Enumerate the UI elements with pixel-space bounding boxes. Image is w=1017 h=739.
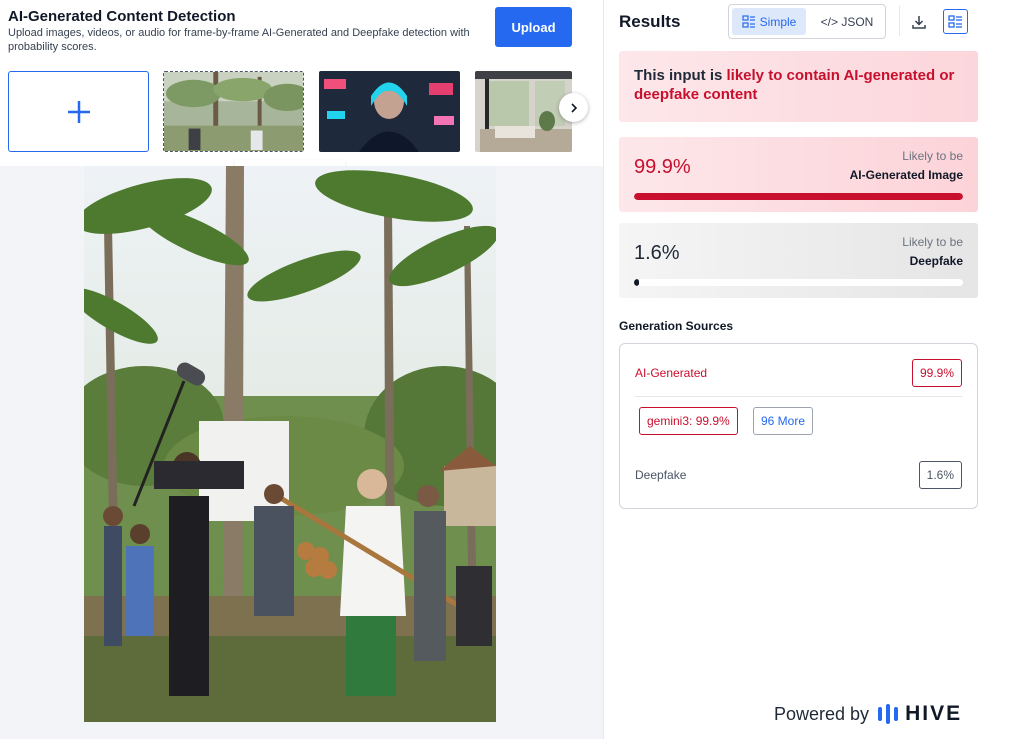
ai-score-value: 99.9% bbox=[634, 156, 691, 178]
input-pane: AI-Generated Content Detection Upload im… bbox=[0, 0, 603, 739]
view-toggle: Simple </> JSON bbox=[728, 4, 886, 39]
results-pane: Results Simple </> JSON This input is li… bbox=[603, 0, 1017, 739]
thumbnail-interior[interactable] bbox=[475, 71, 572, 152]
thumbnail-palm-grove[interactable] bbox=[163, 71, 304, 152]
analyzed-image bbox=[84, 166, 496, 722]
download-button[interactable] bbox=[908, 11, 930, 33]
results-title: Results bbox=[619, 12, 681, 31]
toolbar-divider bbox=[899, 6, 900, 36]
model-tag[interactable]: gemini3: 99.9% bbox=[639, 407, 738, 435]
source-deepfake-badge: 1.6% bbox=[918, 461, 962, 489]
source-deepfake-label: Deepfake bbox=[635, 468, 687, 482]
layout-icon bbox=[742, 15, 755, 28]
view-simple-tab[interactable]: Simple bbox=[732, 8, 806, 35]
gallery-next-button[interactable] bbox=[559, 93, 588, 122]
deepfake-score-value: 1.6% bbox=[634, 242, 680, 264]
hive-logo-icon bbox=[878, 704, 899, 724]
view-json-label: </> JSON bbox=[820, 14, 874, 29]
upload-button[interactable]: Upload bbox=[495, 7, 572, 47]
deepfake-likely-label: Likely to be bbox=[902, 235, 963, 249]
more-models-button[interactable]: 96 More bbox=[753, 407, 814, 435]
source-ai-label: AI-Generated bbox=[635, 366, 708, 380]
ai-score-fill bbox=[634, 193, 963, 200]
hive-wordmark: HIVE bbox=[905, 702, 963, 725]
hive-logo[interactable]: HIVE bbox=[877, 702, 962, 726]
deepfake-type-label: Deepfake bbox=[909, 254, 963, 268]
source-ai-badge: 99.9% bbox=[911, 359, 962, 387]
chevron-right-icon bbox=[570, 102, 577, 113]
page-description: Upload images, videos, or audio for fram… bbox=[8, 27, 470, 53]
plus-icon bbox=[67, 100, 90, 123]
powered-by-label: Powered by bbox=[774, 703, 870, 724]
view-json-tab[interactable]: </> JSON bbox=[812, 8, 882, 35]
generation-sources-title: Generation Sources bbox=[619, 319, 734, 333]
deepfake-score-bar bbox=[634, 279, 963, 286]
thumbnail-cyber-portrait[interactable] bbox=[319, 71, 460, 152]
generation-sources-panel: AI-Generated 99.9% gemini3: 99.9% 96 Mor… bbox=[619, 343, 978, 509]
download-icon bbox=[912, 16, 926, 29]
ai-score-bar bbox=[634, 193, 963, 200]
upload-header: AI-Generated Content Detection Upload im… bbox=[0, 0, 603, 166]
deepfake-score-fill bbox=[634, 279, 640, 286]
deepfake-score-card: 1.6% Likely to be Deepfake bbox=[619, 223, 978, 298]
verdict-banner: This input is likely to contain AI-gener… bbox=[619, 51, 978, 122]
add-media-button[interactable] bbox=[8, 71, 149, 152]
ai-type-label: AI-Generated Image bbox=[849, 168, 963, 182]
powered-by-footer: Powered by HIVE bbox=[774, 702, 962, 726]
page-title: AI-Generated Content Detection bbox=[8, 8, 236, 25]
view-simple-label: Simple bbox=[759, 14, 797, 29]
verdict-prefix: This input is bbox=[634, 67, 727, 84]
list-view-button[interactable] bbox=[943, 9, 968, 34]
list-view-icon bbox=[948, 14, 962, 28]
ai-likely-label: Likely to be bbox=[902, 149, 963, 163]
source-divider bbox=[635, 396, 962, 397]
ai-generated-score-card: 99.9% Likely to be AI-Generated Image bbox=[619, 137, 978, 212]
